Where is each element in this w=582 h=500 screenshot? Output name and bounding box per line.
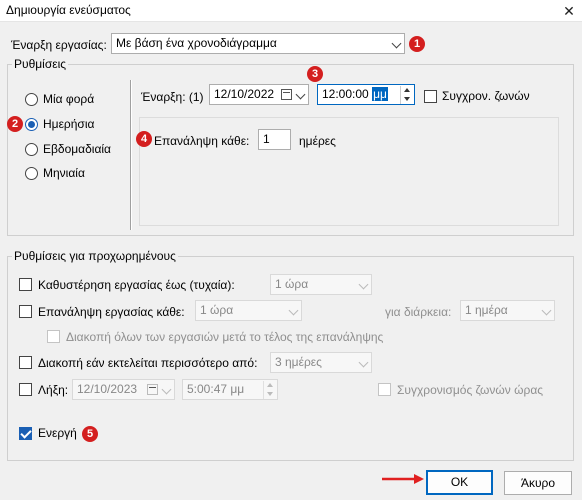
annotation-badge-2: 2 <box>7 116 23 132</box>
chevron-down-icon <box>541 305 552 316</box>
start-date-picker[interactable]: 12/10/2022 <box>209 84 309 105</box>
expire-date-value: 12/10/2023 <box>77 382 138 396</box>
stop-if-select[interactable]: 3 ημέρες <box>270 352 372 373</box>
title-bar: Δημιουργία ενεύσματος ✕ <box>0 0 582 22</box>
start-task-value: Με βάση ένα χρονοδιάγραμμα <box>116 36 277 50</box>
expire-time-input[interactable]: 5:00:47 μμ <box>182 379 278 400</box>
annotation-badge-5: 5 <box>82 426 98 442</box>
start-task-label: Έναρξη εργασίας: <box>11 38 107 52</box>
stop-if-checkbox[interactable] <box>19 356 32 369</box>
chevron-down-icon <box>358 279 369 290</box>
delay-checkbox[interactable] <box>19 278 32 291</box>
sync-zones-checkbox[interactable] <box>378 383 391 396</box>
enabled-label: Ενεργή <box>38 426 77 440</box>
expire-checkbox[interactable] <box>19 383 32 396</box>
start-time-value: 12:00:00 <box>322 87 369 101</box>
arrow-annotation-icon <box>382 474 424 484</box>
radio-once-label: Μία φορά <box>43 92 95 106</box>
start-task-select[interactable]: Με βάση ένα χρονοδιάγραμμα <box>111 33 405 54</box>
spin-down-icon[interactable] <box>263 390 276 399</box>
spin-up-icon[interactable] <box>400 86 413 95</box>
chevron-down-icon <box>358 357 369 368</box>
duration-value: 1 ημέρα <box>465 303 508 317</box>
repeat-task-select[interactable]: 1 ώρα <box>195 300 302 321</box>
start-time-input[interactable]: 12:00:00 μμ <box>317 84 415 105</box>
settings-separator <box>130 80 132 230</box>
stop-if-value: 3 ημέρες <box>275 355 322 369</box>
sync-zones-label: Συγχρονισμός ζωνών ώρας <box>397 383 544 397</box>
expire-date-picker[interactable]: 12/10/2023 <box>72 379 175 400</box>
repeat-every-label: Επανάληψη κάθε: <box>154 134 250 148</box>
duration-label: για διάρκεια: <box>385 305 452 319</box>
chevron-down-icon <box>391 38 402 49</box>
close-icon[interactable]: ✕ <box>556 0 582 22</box>
stop-all-label: Διακοπή όλων των εργασιών μετά το τέλος … <box>66 330 384 344</box>
radio-once[interactable] <box>25 93 38 106</box>
sync-timezones-label: Συγχρον. ζωνών <box>442 89 530 103</box>
radio-daily-label: Ημερήσια <box>43 117 95 131</box>
start-date-value: 12/10/2022 <box>214 87 275 101</box>
delay-select[interactable]: 1 ώρα <box>270 274 372 295</box>
chevron-down-icon <box>161 384 172 395</box>
start-time-suffix: μμ <box>372 87 388 101</box>
repeat-task-checkbox[interactable] <box>19 305 32 318</box>
calendar-icon <box>147 384 158 395</box>
radio-monthly-label: Μηνιαία <box>43 166 85 180</box>
ok-button[interactable]: OK <box>426 470 493 495</box>
annotation-badge-3: 3 <box>307 66 323 82</box>
radio-weekly-label: Εβδομαδιαία <box>43 142 111 156</box>
settings-legend: Ρυθμίσεις <box>12 57 69 71</box>
radio-weekly[interactable] <box>25 143 38 156</box>
spin-down-icon[interactable] <box>400 95 413 104</box>
calendar-icon <box>281 89 292 100</box>
repeat-days-input[interactable]: 1 <box>258 129 291 150</box>
delay-label: Καθυστέρηση εργασίας έως (τυχαία): <box>38 278 235 292</box>
delay-value: 1 ώρα <box>275 277 309 291</box>
start-label: Έναρξη: (1) <box>141 90 204 104</box>
repeat-unit-label: ημέρες <box>299 134 336 148</box>
repeat-task-value: 1 ώρα <box>200 303 234 317</box>
repeat-days-value: 1 <box>263 132 270 146</box>
repeat-task-label: Επανάληψη εργασίας κάθε: <box>38 305 185 319</box>
expire-label: Λήξη: <box>38 383 69 397</box>
enabled-checkbox[interactable] <box>19 427 32 440</box>
annotation-badge-4: 4 <box>136 131 152 147</box>
chevron-down-icon <box>288 305 299 316</box>
annotation-badge-1: 1 <box>409 36 425 52</box>
spin-up-icon[interactable] <box>263 381 276 390</box>
stop-all-checkbox[interactable] <box>47 330 60 343</box>
expire-time-value: 5:00:47 μμ <box>187 382 245 396</box>
radio-monthly[interactable] <box>25 167 38 180</box>
chevron-down-icon <box>295 89 306 100</box>
window-title: Δημιουργία ενεύσματος <box>6 3 131 17</box>
cancel-button[interactable]: Άκυρο <box>504 471 572 495</box>
sync-timezones-checkbox[interactable] <box>424 90 437 103</box>
duration-select[interactable]: 1 ημέρα <box>460 300 555 321</box>
radio-daily[interactable] <box>25 118 38 131</box>
stop-if-label: Διακοπή εάν εκτελείται περισσότερο από: <box>38 356 258 370</box>
advanced-legend: Ρυθμίσεις για προχωρημένους <box>12 249 178 263</box>
